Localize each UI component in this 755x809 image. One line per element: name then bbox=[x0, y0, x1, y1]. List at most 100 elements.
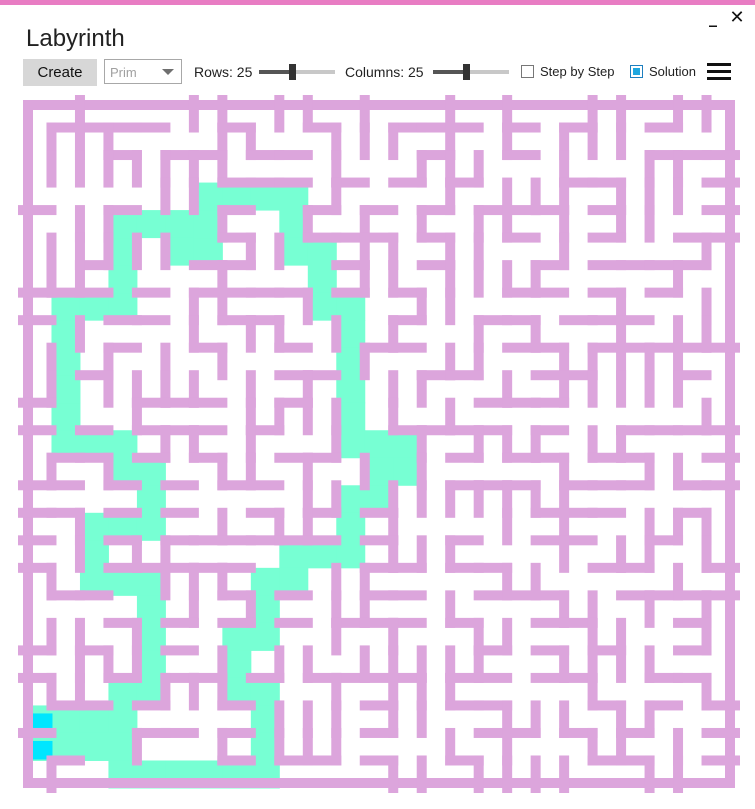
maze-wall bbox=[274, 150, 313, 161]
maze-wall bbox=[673, 177, 684, 216]
maze-wall bbox=[188, 672, 199, 711]
maze-wall bbox=[217, 755, 256, 766]
maze-wall bbox=[74, 150, 85, 188]
maze-wall bbox=[701, 205, 740, 216]
maze-wall bbox=[416, 755, 427, 793]
maze-wall bbox=[131, 122, 171, 133]
maze-wall bbox=[131, 700, 171, 711]
maze-wall bbox=[160, 645, 199, 656]
maze-wall bbox=[160, 562, 171, 601]
maze-wall bbox=[502, 755, 513, 793]
maze-wall bbox=[701, 150, 740, 161]
maze-wall bbox=[160, 177, 171, 216]
maze-wall bbox=[587, 507, 627, 518]
maze-wall bbox=[559, 755, 570, 793]
maze-wall bbox=[388, 590, 427, 601]
maze-wall bbox=[274, 177, 313, 188]
maze-wall bbox=[131, 727, 142, 766]
maze-wall bbox=[331, 287, 370, 298]
maze-wall bbox=[530, 755, 541, 793]
maze-wall bbox=[359, 727, 399, 738]
maze-wall bbox=[245, 480, 285, 491]
maze-wall bbox=[701, 700, 740, 711]
maze-wall bbox=[416, 480, 427, 518]
maze-wall bbox=[445, 287, 456, 326]
maze-wall bbox=[245, 315, 256, 353]
maze-wall bbox=[644, 590, 655, 628]
maze-wall bbox=[587, 122, 598, 161]
maze-wall bbox=[18, 535, 57, 546]
maze-wall bbox=[673, 755, 684, 793]
maze-wall bbox=[616, 562, 655, 573]
maze-wall bbox=[701, 727, 740, 738]
maze-wall bbox=[701, 562, 740, 573]
maze-wall bbox=[160, 480, 199, 491]
maze-wall bbox=[131, 452, 171, 463]
maze-wall bbox=[445, 452, 484, 463]
maze-wall bbox=[359, 342, 370, 381]
maze-wall bbox=[302, 287, 313, 326]
maze-wall bbox=[445, 480, 456, 518]
maze-wall bbox=[388, 562, 427, 573]
maze-wall bbox=[160, 727, 199, 738]
maze-wall bbox=[131, 315, 171, 326]
maze-wall bbox=[46, 755, 57, 793]
maze-wall bbox=[673, 370, 684, 408]
maze-wall bbox=[502, 232, 541, 243]
maze-wall bbox=[274, 617, 313, 628]
maze-wall bbox=[74, 535, 85, 573]
maze-wall bbox=[74, 700, 114, 711]
maze-wall bbox=[245, 672, 285, 683]
maze-wall bbox=[302, 535, 342, 546]
maze-wall bbox=[131, 287, 171, 298]
maze-wall bbox=[274, 342, 313, 353]
maze-wall bbox=[530, 287, 570, 298]
maze-border-left bbox=[23, 100, 33, 788]
maze-wall bbox=[701, 425, 740, 436]
maze-wall bbox=[103, 150, 114, 188]
maze-wall bbox=[331, 315, 342, 353]
maze-wall bbox=[160, 617, 199, 628]
maze-wall bbox=[388, 177, 427, 188]
maze-wall bbox=[701, 452, 740, 463]
maze-wall bbox=[473, 672, 513, 683]
maze-wall bbox=[46, 150, 57, 188]
maze-wall bbox=[359, 452, 370, 491]
maze-wall bbox=[18, 425, 57, 436]
maze-wall bbox=[331, 617, 342, 656]
maze-wall bbox=[131, 150, 142, 188]
maze-wall bbox=[188, 177, 199, 216]
maze-wall bbox=[74, 425, 114, 436]
maze-wall bbox=[18, 727, 57, 738]
maze-wall bbox=[18, 315, 57, 326]
maze-wall bbox=[473, 755, 484, 793]
maze-wall bbox=[18, 205, 57, 216]
maze-wall bbox=[445, 370, 484, 381]
maze-wall bbox=[701, 177, 740, 188]
maze-wall bbox=[388, 755, 399, 793]
maze-wall bbox=[18, 397, 57, 408]
maze-wall bbox=[359, 122, 370, 161]
maze-wall bbox=[74, 590, 114, 601]
maze-wall bbox=[644, 755, 655, 793]
maze-wall bbox=[502, 150, 541, 161]
maze-wall bbox=[644, 205, 655, 243]
maze-wall bbox=[616, 122, 627, 161]
maze-wall bbox=[416, 370, 427, 408]
maze-wall bbox=[416, 700, 427, 738]
maze-wall bbox=[644, 370, 655, 408]
maze-wall bbox=[673, 645, 712, 656]
maze-wall bbox=[217, 700, 256, 711]
maze-wall bbox=[559, 535, 570, 573]
maze-wall bbox=[701, 342, 740, 353]
maze-wall bbox=[701, 480, 740, 491]
maze-wall bbox=[302, 755, 342, 766]
maze-wall bbox=[217, 342, 228, 381]
maze-wall bbox=[74, 287, 114, 298]
maze-wall bbox=[502, 507, 513, 546]
maze-wall bbox=[160, 232, 171, 271]
maze-wall bbox=[644, 287, 684, 298]
maze-wall bbox=[388, 342, 427, 353]
maze-border-bottom bbox=[23, 778, 735, 788]
maze-wall bbox=[217, 617, 256, 628]
